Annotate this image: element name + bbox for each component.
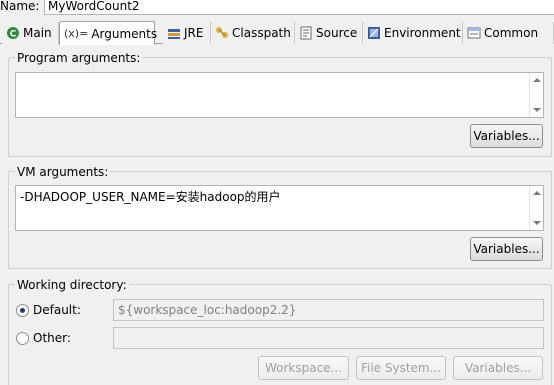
other-radio[interactable] <box>16 331 29 345</box>
tab-label: JRE <box>184 26 204 40</box>
variables-button-label: Variables... <box>464 361 532 375</box>
workspace-button[interactable]: Workspace... <box>258 356 349 380</box>
source-icon <box>299 26 313 40</box>
working-directory-title: Working directory: <box>15 278 129 293</box>
tab-label: Common <box>484 26 539 40</box>
jre-icon <box>167 26 181 40</box>
tab-classpath[interactable]: Classpath <box>211 22 295 44</box>
name-input[interactable]: MyWordCount2 <box>44 0 554 15</box>
program-arguments-variables-button[interactable]: Variables... <box>470 124 543 148</box>
arguments-tab-icon: (x)= <box>64 27 89 40</box>
program-arguments-scrollbar[interactable] <box>529 73 543 117</box>
tab-label: Source <box>316 26 358 40</box>
main-tab-icon: C <box>6 26 20 40</box>
tab-label: Classpath <box>232 26 291 40</box>
tab-label: Environment <box>384 26 461 40</box>
vm-arguments-variables-button[interactable]: Variables... <box>470 237 543 261</box>
scroll-up-arrow-icon[interactable] <box>533 78 541 82</box>
tab-common[interactable]: Common <box>463 22 554 44</box>
tab-main[interactable]: C Main <box>2 22 59 44</box>
tab-arguments[interactable]: (x)= Arguments <box>59 21 158 45</box>
other-radio-row[interactable]: Other: <box>16 331 71 345</box>
other-label: Other: <box>33 331 71 345</box>
program-arguments-title: Program arguments: <box>15 51 143 66</box>
default-radio[interactable] <box>16 303 29 317</box>
vm-arguments-title: VM arguments: <box>15 165 111 180</box>
default-radio-row[interactable]: Default: <box>16 303 81 317</box>
workspace-button-label: Workspace... <box>264 361 343 375</box>
environment-icon <box>367 26 381 40</box>
other-directory-field[interactable] <box>113 327 544 349</box>
scroll-up-arrow-icon[interactable] <box>533 191 541 195</box>
working-directory-variables-button[interactable]: Variables... <box>453 356 543 380</box>
svg-text:C: C <box>10 30 17 40</box>
scroll-down-arrow-icon[interactable] <box>533 221 541 225</box>
file-system-button-label: File System... <box>360 361 442 375</box>
file-system-button[interactable]: File System... <box>356 356 446 380</box>
tab-source[interactable]: Source <box>295 22 363 44</box>
tab-environment[interactable]: Environment <box>363 22 463 44</box>
tab-label: Main <box>23 26 52 40</box>
common-icon <box>467 26 481 40</box>
name-label: Name: <box>0 0 40 13</box>
classpath-icon <box>215 26 229 40</box>
default-directory-field: ${workspace_loc:hadoop2.2} <box>113 299 544 321</box>
vm-arguments-input[interactable]: -DHADOOP_USER_NAME=安装hadoop的用户 <box>15 185 544 231</box>
vm-arguments-scrollbar[interactable] <box>529 186 543 230</box>
scroll-down-arrow-icon[interactable] <box>533 108 541 112</box>
tab-jre[interactable]: JRE <box>163 22 211 44</box>
vm-arguments-value: -DHADOOP_USER_NAME=安装hadoop的用户 <box>20 190 281 204</box>
program-arguments-input[interactable] <box>15 72 544 118</box>
tab-label: Arguments <box>91 26 158 41</box>
default-label: Default: <box>33 303 81 317</box>
